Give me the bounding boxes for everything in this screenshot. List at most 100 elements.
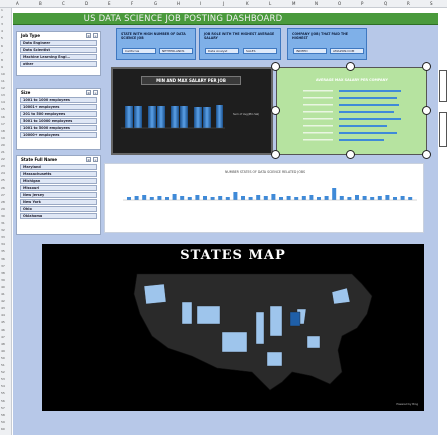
slicer-item[interactable]: Machine Learning Engi... [20,54,97,60]
row-header-cell[interactable]: 45 [1,320,5,324]
row-header-cell[interactable]: 31 [1,221,5,225]
row-header-cell[interactable]: 59 [1,420,5,424]
resize-handle[interactable] [271,62,280,71]
column-header-cell[interactable]: I [200,0,201,8]
row-header-cell[interactable]: 19 [1,136,5,140]
row-header-cell[interactable]: 54 [1,384,5,388]
row-header-cell[interactable]: 15 [1,107,5,111]
chart-min-max-salary[interactable]: MIN AND MAX SALARY PER JOB Sum of Avg(Mi… [111,67,273,155]
column-header-cell[interactable]: R [407,0,410,8]
row-header-cell[interactable]: 56 [1,399,5,403]
slicer-item[interactable]: 5001 to 10000 employees [20,118,97,124]
resize-handle[interactable] [271,106,280,115]
row-header-cell[interactable]: 36 [1,257,5,261]
row-header-cell[interactable]: 23 [1,164,5,168]
column-header-cell[interactable]: D [85,0,88,8]
row-header-cell[interactable]: 41 [1,292,5,296]
row-header-cell[interactable]: 43 [1,306,5,310]
row-header-cell[interactable]: 1 [1,8,3,12]
column-header-cell[interactable]: H [177,0,180,8]
column-header-cell[interactable]: E [108,0,111,8]
row-header-cell[interactable]: 3 [1,22,3,26]
row-header-cell[interactable]: 18 [1,129,5,133]
row-header-cell[interactable]: 25 [1,178,5,182]
column-header-cell[interactable]: P [361,0,363,8]
column-header-cell[interactable]: M [292,0,295,8]
clear-filter-icon[interactable]: × [93,90,98,95]
row-header-cell[interactable]: 58 [1,413,5,417]
column-header-cell[interactable]: A [16,0,19,8]
slicer-item[interactable]: New Jersey [20,192,97,198]
slicer-item[interactable]: 10000+ employees [20,132,97,138]
row-header-cell[interactable]: 8 [1,58,3,62]
row-header-cell[interactable]: 32 [1,228,5,232]
row-header-cell[interactable]: 55 [1,391,5,395]
slicer-size[interactable]: Size ≡ × 1001 to 1000 employees 10001+ e… [16,88,101,150]
row-header-cell[interactable]: 34 [1,242,5,246]
slicer-item[interactable]: Michigan [20,178,97,184]
multi-select-icon[interactable]: ≡ [86,33,91,38]
row-header-cell[interactable]: 46 [1,328,5,332]
row-header-cell[interactable]: 21 [1,150,5,154]
row-header-cell[interactable]: 17 [1,122,5,126]
row-header-cell[interactable]: 39 [1,278,5,282]
resize-handle[interactable] [422,150,431,159]
row-header-cell[interactable]: 9 [1,65,3,69]
row-header-cell[interactable]: 33 [1,235,5,239]
slicer-item[interactable]: New York [20,199,97,205]
row-header-cell[interactable]: 5 [1,36,3,40]
slicer-item[interactable]: Oklahoma [20,213,97,219]
column-header-cell[interactable]: G [154,0,157,8]
row-header-cell[interactable]: 30 [1,214,5,218]
row-header-cell[interactable]: 14 [1,100,5,104]
slicer-job-type[interactable]: Job Type ≡ × Data Engineer Data Scientis… [16,31,101,76]
multi-select-icon[interactable]: ≡ [86,157,91,162]
column-header-cell[interactable]: Q [384,0,387,8]
column-header-cell[interactable]: O [338,0,341,8]
row-header-cell[interactable]: 6 [1,44,3,48]
slicer-item[interactable]: other [20,61,97,67]
row-header-cell[interactable]: 28 [1,200,5,204]
slicer-item[interactable]: Maryland [20,164,97,170]
row-header-cell[interactable]: 10 [1,72,5,76]
column-header-cell[interactable]: J [223,0,224,8]
slicer-item[interactable]: Data Scientist [20,47,97,53]
row-header-cell[interactable]: 7 [1,51,3,55]
multi-select-icon[interactable]: ≡ [86,90,91,95]
chart-states-jobs[interactable]: NUMBER STATES OF DATA SCIENCE RELATED JO… [104,163,424,233]
slicer-item[interactable]: 10001+ employees [20,104,97,110]
row-header-cell[interactable]: 47 [1,335,5,339]
row-header-cell[interactable]: 48 [1,342,5,346]
row-header-cell[interactable]: 12 [1,86,5,90]
column-header-cell[interactable]: S [430,0,433,8]
row-header-cell[interactable]: 38 [1,271,5,275]
slicer-state[interactable]: State Full Name ≡ × Maryland Massachuset… [16,155,101,235]
row-header-cell[interactable]: 22 [1,157,5,161]
row-header-cell[interactable]: 27 [1,193,5,197]
row-header-cell[interactable]: 26 [1,186,5,190]
column-header-cell[interactable]: L [269,0,271,8]
row-header-cell[interactable]: 40 [1,285,5,289]
resize-handle[interactable] [422,106,431,115]
row-header-cell[interactable]: 60 [1,427,5,431]
resize-handle[interactable] [346,150,355,159]
row-header-cell[interactable]: 35 [1,249,5,253]
row-header-cell[interactable]: 16 [1,115,5,119]
row-header-cell[interactable]: 4 [1,29,3,33]
slicer-item[interactable]: Missouri [20,185,97,191]
row-header-cell[interactable]: 13 [1,93,5,97]
slicer-item[interactable]: 1001 to 5000 employees [20,125,97,131]
row-header-cell[interactable]: 20 [1,143,5,147]
clear-filter-icon[interactable]: × [93,157,98,162]
column-header-cell[interactable]: F [131,0,133,8]
row-header-cell[interactable]: 11 [1,79,5,83]
row-header-cell[interactable]: 2 [1,15,3,19]
row-header-cell[interactable]: 42 [1,299,5,303]
row-header-cell[interactable]: 53 [1,377,5,381]
column-header-cell[interactable]: C [62,0,65,8]
slicer-item[interactable]: Massachusetts [20,171,97,177]
column-header-cell[interactable]: N [315,0,318,8]
row-header-cell[interactable]: 24 [1,171,5,175]
column-header-cell[interactable]: K [246,0,249,8]
clear-filter-icon[interactable]: × [93,33,98,38]
